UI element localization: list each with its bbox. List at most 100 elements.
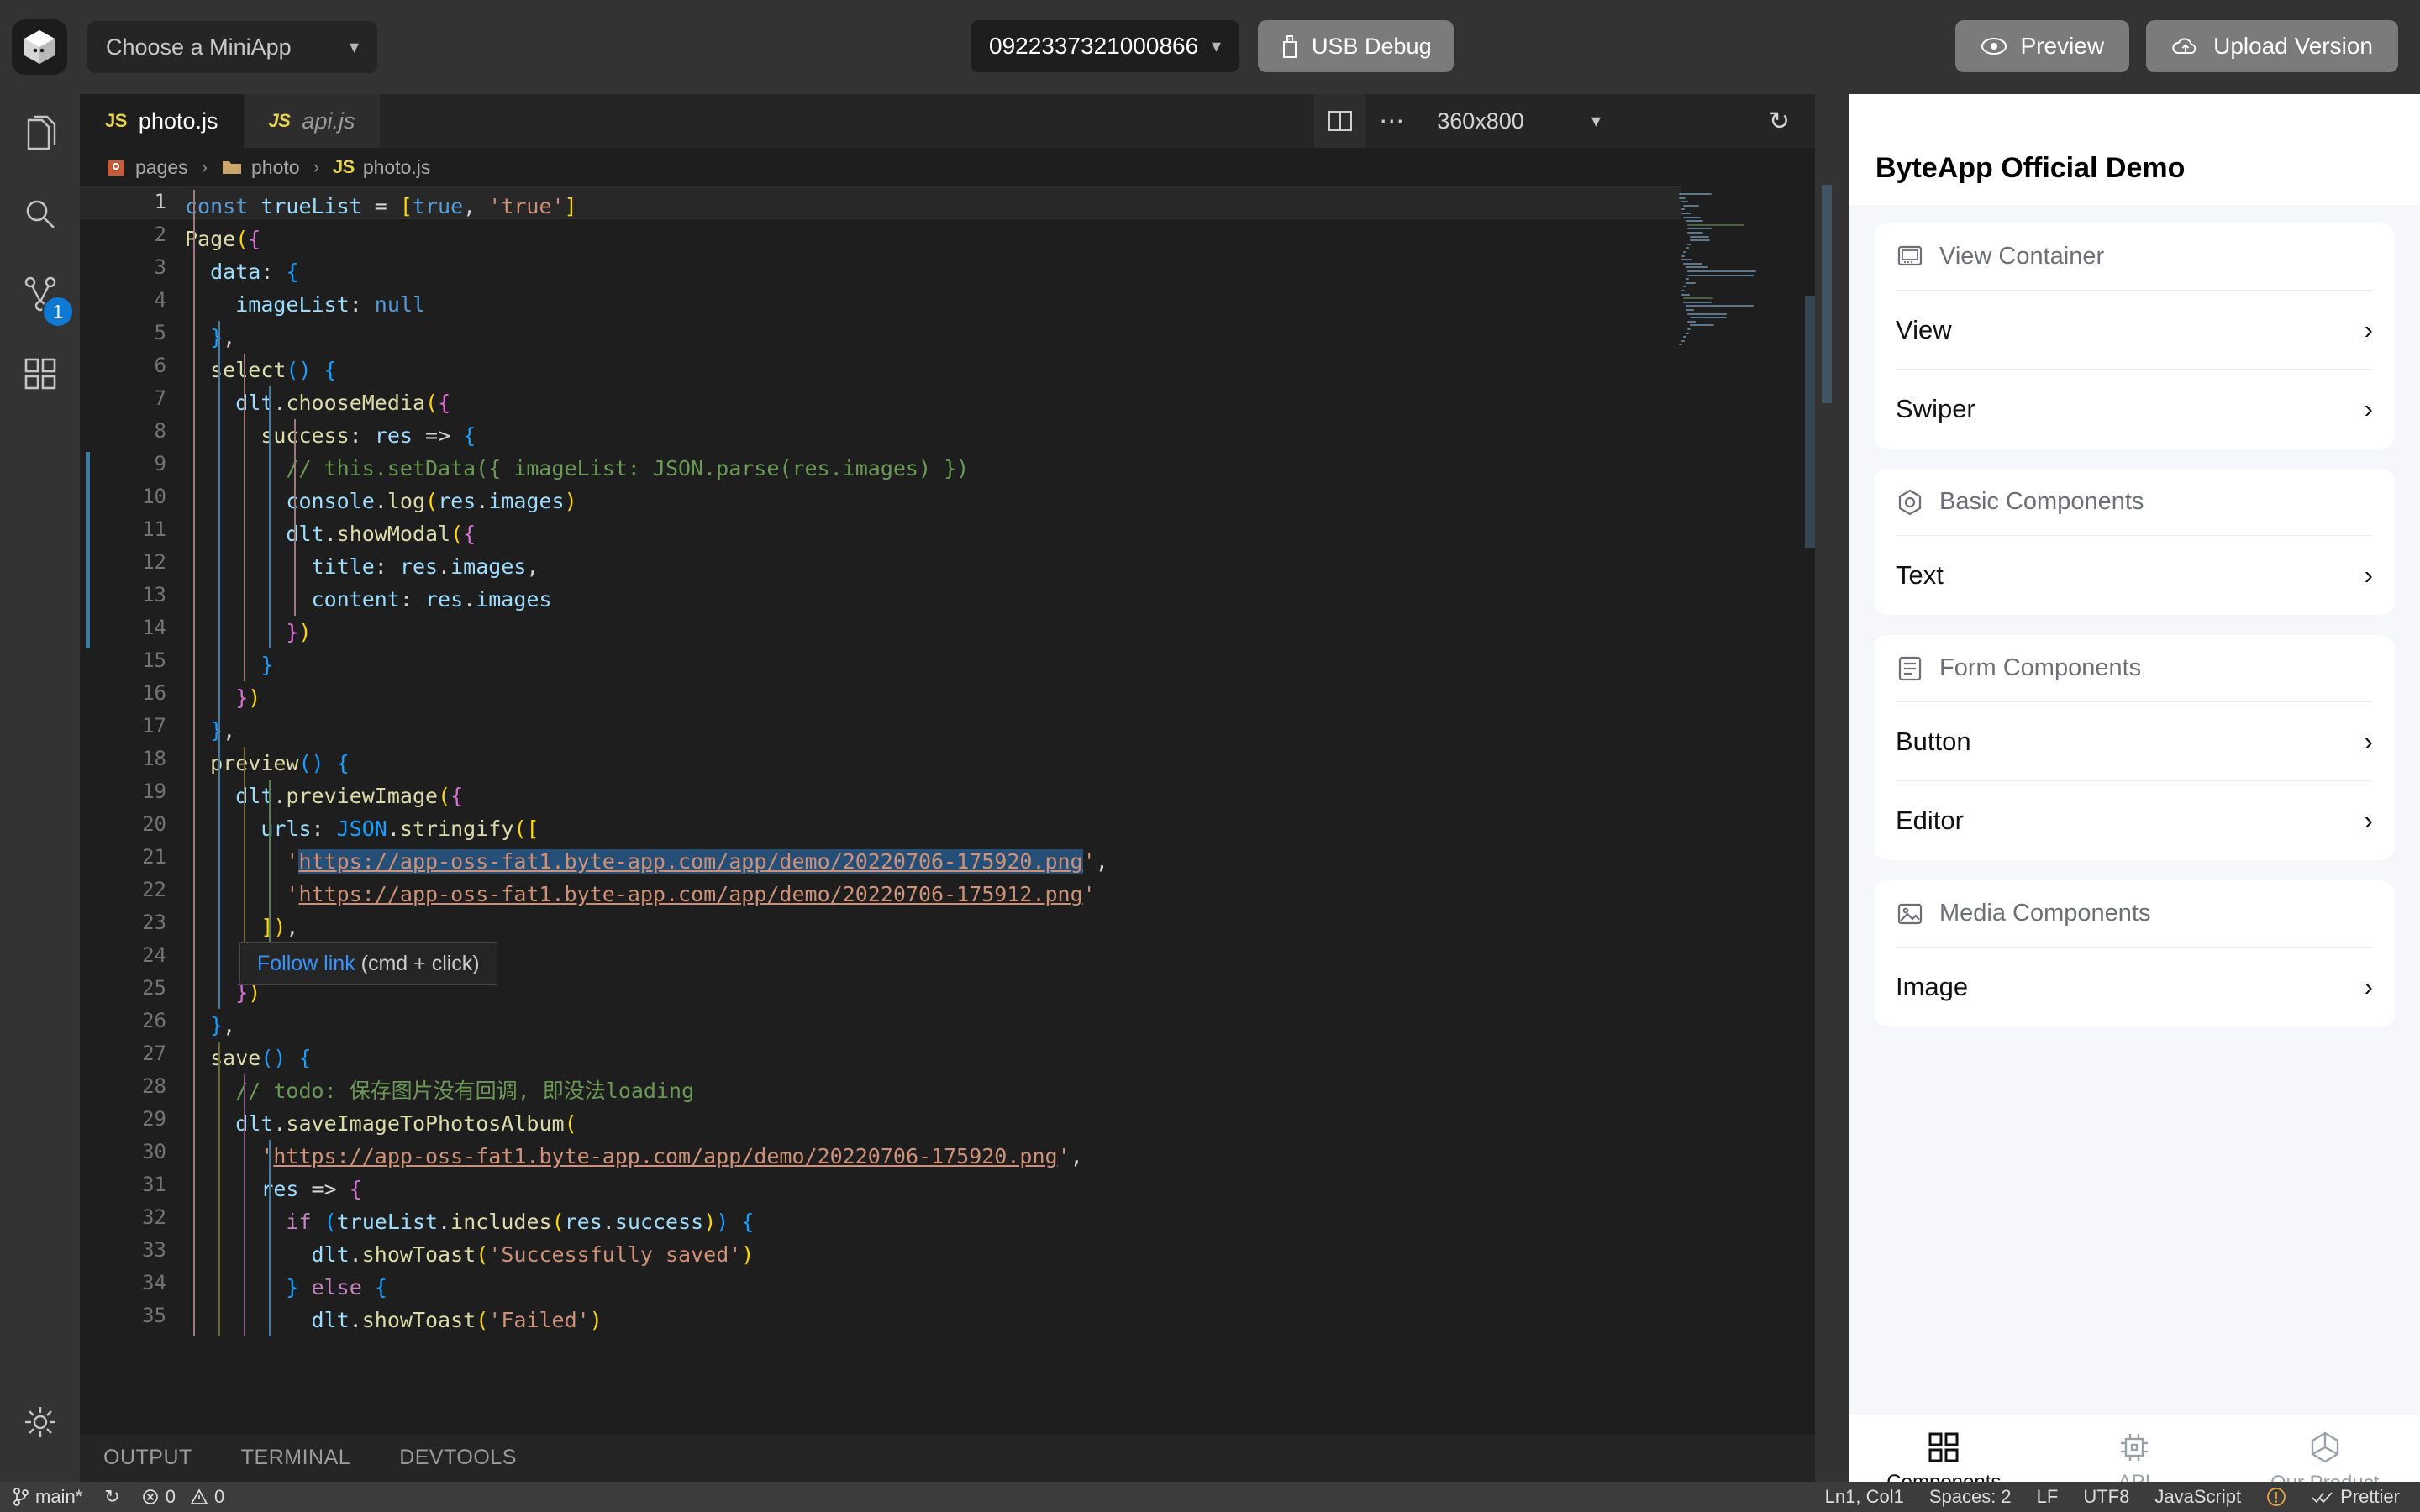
list-item[interactable]: Swiper › bbox=[1896, 370, 2373, 449]
code-line[interactable]: preview() { bbox=[185, 747, 350, 780]
status-language[interactable]: JavaScript bbox=[2154, 1486, 2241, 1508]
code-line[interactable]: dlt.chooseMedia({ bbox=[185, 386, 450, 419]
code-line[interactable]: 'https://app-oss-fat1.byte-app.com/app/d… bbox=[185, 1140, 1083, 1173]
status-indentation[interactable]: Spaces: 2 bbox=[1929, 1486, 2012, 1508]
more-actions-button[interactable]: ⋯ bbox=[1366, 94, 1418, 148]
titlebar-actions: Preview Upload Version bbox=[1954, 20, 2398, 72]
tab-our-product[interactable]: Our Product bbox=[2229, 1431, 2420, 1482]
code-line[interactable]: select() { bbox=[185, 354, 337, 386]
status-sync[interactable]: ↻ bbox=[104, 1486, 119, 1508]
code-content[interactable]: const trueList = [true, 'true'] Page({ da… bbox=[86, 186, 1815, 1336]
simulator-scrollbar[interactable] bbox=[1822, 185, 1832, 403]
upload-version-label: Upload Version bbox=[2213, 33, 2373, 59]
eye-icon bbox=[1981, 38, 2007, 55]
minimap-line bbox=[1687, 274, 1755, 276]
upload-version-button[interactable]: Upload Version bbox=[2146, 20, 2398, 72]
list-item[interactable]: Editor › bbox=[1896, 781, 2373, 860]
status-eol[interactable]: LF bbox=[2037, 1486, 2059, 1508]
code-line[interactable]: Page({ bbox=[185, 223, 260, 255]
code-line[interactable]: ]), bbox=[185, 911, 298, 943]
panel-tab-devtools[interactable]: DEVTOOLS bbox=[399, 1446, 517, 1470]
device-id-selector[interactable]: 0922337321000866 ▾ bbox=[971, 20, 1239, 72]
sidebar-item-settings[interactable] bbox=[0, 1382, 80, 1462]
code-link[interactable]: https://app-oss-fat1.byte-app.com/app/de… bbox=[298, 882, 1082, 906]
code-line[interactable]: data: { bbox=[185, 255, 298, 288]
panel-tab-output[interactable]: OUTPUT bbox=[103, 1446, 192, 1470]
code-line[interactable]: }) bbox=[185, 681, 260, 714]
tab-components[interactable]: Components bbox=[1849, 1432, 2039, 1482]
status-errors[interactable]: 0 0 bbox=[142, 1486, 224, 1508]
list-item[interactable]: View › bbox=[1896, 291, 2373, 370]
tab-photo-js[interactable]: JS photo.js bbox=[80, 94, 244, 148]
code-line[interactable]: dlt.showToast('Failed') bbox=[185, 1304, 602, 1336]
code-token: res bbox=[399, 554, 439, 579]
code-line[interactable]: }) bbox=[185, 616, 311, 648]
code-line[interactable]: success: res => { bbox=[185, 419, 476, 452]
code-line[interactable]: } else { bbox=[185, 1271, 387, 1304]
list-item[interactable]: Button › bbox=[1896, 702, 2373, 781]
status-cursor-position[interactable]: Ln1, Col1 bbox=[1825, 1486, 1904, 1508]
code-line[interactable]: // this.setData({ imageList: JSON.parse(… bbox=[185, 452, 969, 485]
code-token: } bbox=[210, 1013, 224, 1037]
warning-triangle-icon bbox=[190, 1488, 208, 1504]
code-line[interactable]: title: res.images, bbox=[185, 550, 539, 583]
indent-guide bbox=[244, 354, 245, 681]
code-line[interactable]: const trueList = [true, 'true'] bbox=[185, 190, 577, 223]
tab-api[interactable]: API bbox=[2039, 1432, 2230, 1482]
code-token: imageList bbox=[235, 292, 350, 317]
code-line[interactable]: urls: JSON.stringify([ bbox=[185, 812, 539, 845]
code-token: [ bbox=[399, 194, 413, 218]
sidebar-item-explorer[interactable] bbox=[0, 94, 80, 174]
code-line[interactable]: 'https://app-oss-fat1.byte-app.com/app/d… bbox=[185, 845, 1108, 878]
code-token: saveImageToPhotosAlbum bbox=[286, 1111, 565, 1136]
preview-button[interactable]: Preview bbox=[1954, 20, 2130, 72]
line-number: 1 bbox=[154, 190, 166, 213]
editor-scrollbar[interactable] bbox=[1805, 296, 1815, 548]
refresh-icon[interactable]: ↻ bbox=[1769, 107, 1790, 136]
code-line[interactable]: imageList: null bbox=[185, 288, 425, 321]
code-line[interactable]: dlt.previewImage({ bbox=[185, 780, 463, 812]
panel-tab-terminal[interactable]: TERMINAL bbox=[241, 1446, 350, 1470]
code-editor[interactable]: 1 2 3 4 5 6 7 8 9 10 11 12 13 14 15 16 17 18 19 20 21 22 23 24 2… bbox=[80, 186, 1815, 1336]
code-line[interactable]: // todo: 保存图片没有回调, 即没法loading bbox=[185, 1074, 694, 1107]
chevron-down-icon[interactable]: ▾ bbox=[1591, 110, 1601, 132]
status-prettier[interactable]: Prettier bbox=[2312, 1486, 2400, 1508]
sidebar-item-source-control[interactable]: 1 bbox=[0, 254, 80, 333]
indent-guide bbox=[218, 321, 220, 714]
list-item[interactable]: Image › bbox=[1896, 948, 2373, 1026]
js-file-icon: JS bbox=[268, 110, 291, 131]
code-line[interactable]: save() { bbox=[185, 1042, 311, 1074]
line-number: 15 bbox=[142, 648, 166, 672]
usb-debug-button[interactable]: USB Debug bbox=[1258, 20, 1454, 72]
simulator-content[interactable]: View Container View › Swiper › Basic Componen… bbox=[1849, 205, 2420, 1415]
code-link[interactable]: https://app-oss-fat1.byte-app.com/app/de… bbox=[273, 1144, 1057, 1168]
code-link[interactable]: https://app-oss-fat1.byte-app.com/app/de… bbox=[298, 849, 1083, 874]
status-bar: main* ↻ 0 0 Ln1, Col1 Spaces: 2 LF UTF8 … bbox=[0, 1482, 2420, 1512]
code-line[interactable]: res => { bbox=[185, 1173, 361, 1205]
tab-api-js[interactable]: JS api.js bbox=[243, 94, 381, 148]
code-token: , bbox=[1070, 1144, 1083, 1168]
breadcrumb-item-file[interactable]: photo.js bbox=[363, 156, 431, 179]
code-line[interactable]: dlt.showModal({ bbox=[185, 517, 476, 550]
code-token: } bbox=[286, 1275, 299, 1299]
alert-circle-icon[interactable] bbox=[2266, 1487, 2286, 1507]
status-encoding[interactable]: UTF8 bbox=[2083, 1486, 2129, 1508]
sidebar-item-extensions[interactable] bbox=[0, 333, 80, 413]
code-token: ' bbox=[1082, 849, 1096, 874]
split-editor-button[interactable] bbox=[1314, 94, 1367, 148]
sidebar-item-search[interactable] bbox=[0, 174, 80, 254]
code-line[interactable]: content: res.images bbox=[185, 583, 552, 616]
breadcrumb-item-pages[interactable]: pages bbox=[135, 156, 188, 179]
miniapp-selector[interactable]: Choose a MiniApp ▾ bbox=[87, 21, 377, 73]
breadcrumb-item-photo[interactable]: photo bbox=[251, 156, 300, 179]
chevron-right-icon: › bbox=[201, 156, 208, 177]
minimap[interactable] bbox=[1679, 193, 1805, 361]
list-item[interactable]: Text › bbox=[1896, 536, 2373, 615]
code-line[interactable]: 'https://app-oss-fat1.byte-app.com/app/d… bbox=[185, 878, 1095, 911]
code-token: true bbox=[412, 194, 464, 218]
status-branch[interactable]: main* bbox=[13, 1486, 82, 1508]
code-line[interactable]: } bbox=[185, 648, 273, 681]
